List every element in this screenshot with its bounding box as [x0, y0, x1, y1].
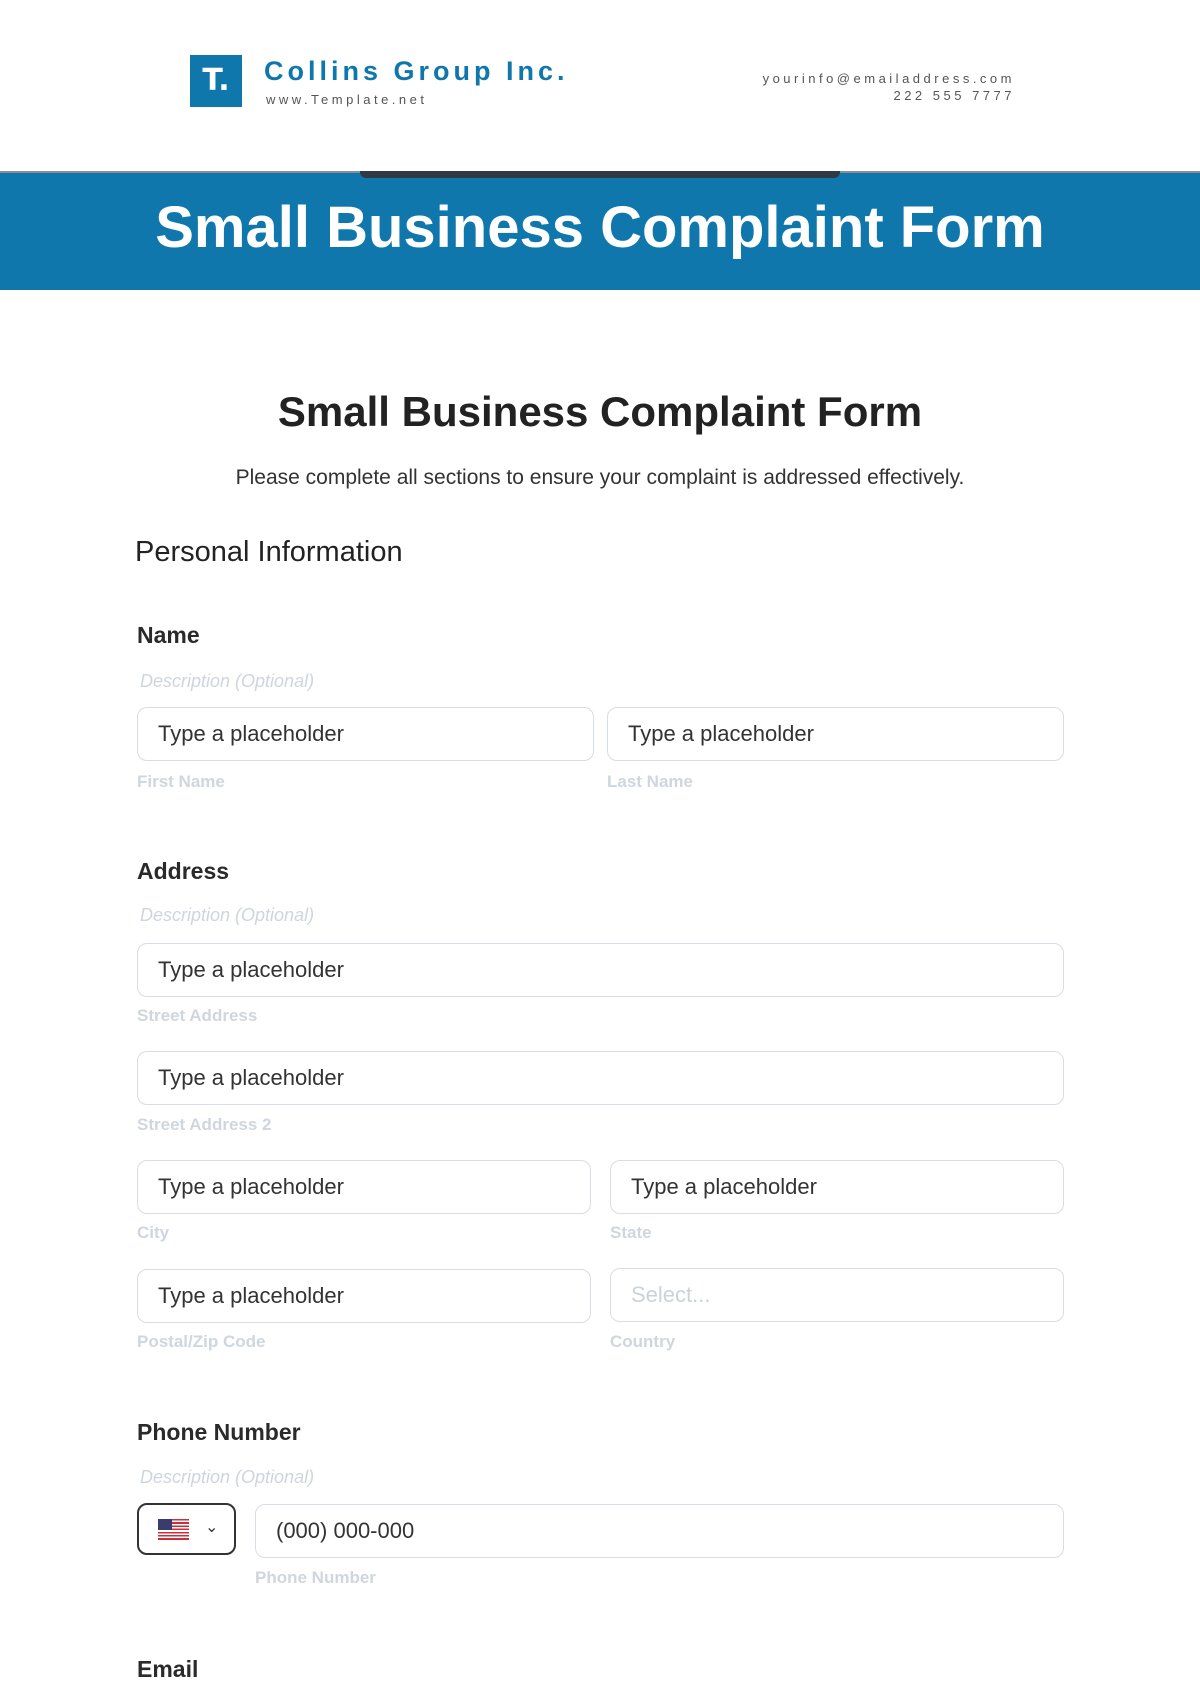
- phone-label: Phone Number: [137, 1419, 301, 1445]
- us-flag-icon: [158, 1519, 189, 1540]
- chevron-down-icon: ⌄: [205, 1519, 219, 1536]
- form-subtitle: Please complete all sections to ensure y…: [235, 466, 965, 489]
- state-sublabel: State: [610, 1223, 652, 1242]
- first-name-sublabel: First Name: [137, 772, 225, 791]
- phone-input[interactable]: (000) 000-000: [255, 1504, 1064, 1558]
- state-input[interactable]: Type a placeholder: [610, 1160, 1064, 1214]
- company-name: Collins Group Inc.: [264, 56, 569, 86]
- contact-info: yourinfo@emailaddress.com 222 555 7777: [763, 70, 1015, 104]
- street-address-input[interactable]: Type a placeholder: [137, 943, 1064, 997]
- banner-title: Small Business Complaint Form: [155, 195, 1045, 260]
- address-description: Description (Optional): [140, 905, 315, 925]
- name-label: Name: [137, 622, 200, 648]
- phone-sublabel: Phone Number: [255, 1568, 376, 1587]
- company-website: www.Template.net: [266, 92, 428, 107]
- address-label: Address: [137, 858, 230, 884]
- company-logo: T.: [190, 55, 242, 107]
- city-input[interactable]: Type a placeholder: [137, 1160, 591, 1214]
- country-sublabel: Country: [610, 1332, 676, 1351]
- form-title: Small Business Complaint Form: [277, 388, 923, 435]
- email-label: Email: [137, 1656, 199, 1682]
- country-code-dropdown[interactable]: ⌄: [137, 1503, 236, 1555]
- name-description: Description (Optional): [140, 671, 315, 691]
- city-sublabel: City: [137, 1223, 170, 1242]
- zip-input[interactable]: Type a placeholder: [137, 1269, 591, 1323]
- street-address-2-sublabel: Street Address 2: [137, 1115, 272, 1134]
- last-name-input[interactable]: Type a placeholder: [607, 707, 1064, 761]
- banner-notch: [360, 171, 840, 178]
- street-address-sublabel: Street Address: [137, 1006, 258, 1025]
- country-select[interactable]: Select...: [610, 1268, 1064, 1322]
- zip-sublabel: Postal/Zip Code: [137, 1332, 266, 1351]
- section-title: Personal Information: [135, 536, 403, 568]
- phone-description: Description (Optional): [140, 1467, 315, 1487]
- first-name-input[interactable]: Type a placeholder: [137, 707, 594, 761]
- contact-email: yourinfo@emailaddress.com: [762, 71, 1015, 86]
- last-name-sublabel: Last Name: [607, 772, 693, 791]
- street-address-2-input[interactable]: Type a placeholder: [137, 1051, 1064, 1105]
- contact-phone: 222 555 7777: [893, 88, 1015, 103]
